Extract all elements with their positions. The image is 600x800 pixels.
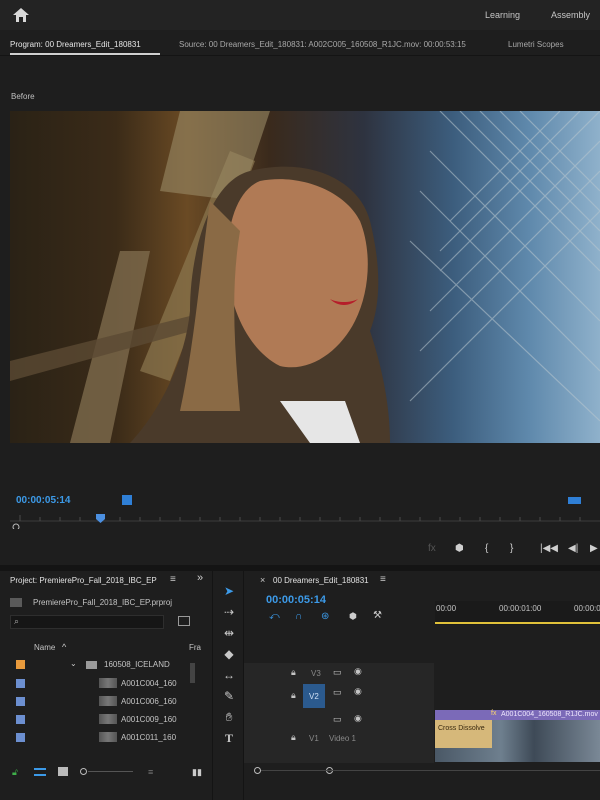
clip-thumbnail xyxy=(99,732,117,742)
safe-margins-icon[interactable] xyxy=(568,497,581,504)
eye-icon[interactable]: ◉ xyxy=(354,686,362,697)
scrollbar[interactable] xyxy=(190,663,195,683)
selection-tool-icon[interactable]: ➤ xyxy=(221,583,237,599)
tools-panel: ➤ ⇢ ⇹ ◆ ↔ ✎ ✋︎ T xyxy=(212,571,244,800)
folder-icon xyxy=(86,661,97,669)
tab-program-monitor[interactable]: Program: 00 Dreamers_Edit_180831 xyxy=(10,40,141,49)
hand-tool-icon[interactable]: ✋︎ xyxy=(221,709,237,725)
film-icon[interactable]: ▭ xyxy=(333,714,342,725)
column-header-name[interactable]: Name xyxy=(34,643,55,652)
lock-icon[interactable]: 🔒︎ xyxy=(291,667,296,678)
tab-lumetri-scopes[interactable]: Lumetri Scopes xyxy=(508,40,564,49)
clip-thumbnail xyxy=(99,714,117,724)
track-select-tool-icon[interactable]: ⇢ xyxy=(221,604,237,620)
track-id: V3 xyxy=(311,669,321,678)
panel-menu-icon[interactable]: ≡ xyxy=(170,574,176,585)
program-timecode[interactable]: 00:00:05:14 xyxy=(16,495,70,506)
type-tool-icon[interactable]: T xyxy=(221,730,237,746)
project-panel: Project: PremierePro_Fall_2018_IBC_EP ≡ … xyxy=(0,571,212,800)
clip-thumbnail xyxy=(99,696,117,706)
label-color-swatch[interactable] xyxy=(16,715,25,724)
marker-button[interactable]: ⬢ xyxy=(455,543,464,554)
wrench-icon[interactable]: ⚒ xyxy=(373,610,382,621)
lock-icon[interactable]: 🔓︎ xyxy=(12,767,18,778)
label-color-swatch[interactable] xyxy=(16,679,25,688)
step-back-button[interactable]: ◀| xyxy=(568,543,578,554)
list-item[interactable]: 160508_ICELAND xyxy=(104,660,170,669)
label-color-swatch[interactable] xyxy=(16,660,25,669)
horizontal-scrollbar[interactable] xyxy=(261,770,600,771)
timeline-panel: × 00 Dreamers_Edit_180831 ≡ 00:00:05:14 … xyxy=(244,571,600,800)
zoom-slider-handle[interactable] xyxy=(80,768,87,775)
work-area-bar[interactable] xyxy=(435,622,600,624)
zoom-slider[interactable] xyxy=(88,771,133,772)
track-name[interactable]: Video 1 xyxy=(329,734,356,743)
close-icon[interactable]: × xyxy=(260,575,265,585)
panel-menu-icon[interactable]: ≡ xyxy=(380,574,386,585)
home-icon[interactable] xyxy=(13,8,29,22)
clip-name: A001C004_160508_R1JC.mov xyxy=(501,711,598,718)
linked-selection-icon[interactable]: ⊛ xyxy=(321,611,329,622)
icon-view-icon[interactable] xyxy=(58,767,68,776)
list-item[interactable]: A001C004_160 xyxy=(121,679,177,688)
program-video-frame[interactable] xyxy=(10,111,600,443)
lock-icon[interactable]: 🔒︎ xyxy=(291,732,296,743)
mark-out-button[interactable]: } xyxy=(510,543,513,554)
video-image xyxy=(10,111,600,443)
project-bin-icon xyxy=(10,598,22,607)
sequence-tab[interactable]: 00 Dreamers_Edit_180831 xyxy=(273,576,369,585)
film-icon[interactable]: ▭ xyxy=(333,667,342,678)
add-marker-icon[interactable]: ⬢ xyxy=(349,611,357,622)
tab-source-monitor[interactable]: Source: 00 Dreamers_Edit_180831: A002C00… xyxy=(179,40,466,49)
chevron-down-icon[interactable]: ⌄ xyxy=(70,659,77,668)
list-view-icon[interactable] xyxy=(34,768,46,776)
before-label: Before xyxy=(11,92,35,101)
workspace-tab-learning[interactable]: Learning xyxy=(485,10,520,20)
film-icon[interactable]: ▭ xyxy=(333,687,342,698)
timeline-timecode[interactable]: 00:00:05:14 xyxy=(266,594,326,606)
pen-tool-icon[interactable]: ✎ xyxy=(221,688,237,704)
eye-icon[interactable]: ◉ xyxy=(354,713,362,724)
sort-ascending-icon[interactable]: ^ xyxy=(62,642,66,652)
list-item[interactable]: A001C006_160 xyxy=(121,697,177,706)
marker-icon[interactable] xyxy=(122,495,132,505)
slip-tool-icon[interactable]: ↔ xyxy=(221,667,237,683)
lock-icon[interactable]: 🔒︎ xyxy=(291,690,296,701)
list-item[interactable]: A001C011_160 xyxy=(121,733,176,742)
scroll-handle-left[interactable] xyxy=(254,767,261,774)
eye-icon[interactable]: ◉ xyxy=(354,666,362,677)
new-bin-icon[interactable] xyxy=(178,616,190,626)
list-item[interactable]: A001C009_160 xyxy=(121,715,177,724)
ruler-label: 00:00:01:00 xyxy=(499,604,542,613)
mark-in-button[interactable]: { xyxy=(485,543,488,554)
workspace-tab-assembly[interactable]: Assembly xyxy=(551,10,590,20)
ruler-label: 00:00:02:00 xyxy=(574,604,600,613)
go-to-in-button[interactable]: |◀◀ xyxy=(540,543,558,554)
nest-toggle-icon[interactable]: ⤺ xyxy=(269,611,280,622)
column-header-framerate[interactable]: Fra xyxy=(189,643,201,652)
clip-header[interactable]: A001C004_160508_R1JC.mov fx xyxy=(435,710,600,720)
active-tab-underline xyxy=(10,53,160,55)
new-item-icon[interactable]: ▮▮ xyxy=(192,767,202,778)
fx-badge-icon: fx xyxy=(491,710,497,717)
track-id: V2 xyxy=(309,692,319,701)
fx-label: fx xyxy=(428,543,436,554)
snap-icon[interactable]: ∩ xyxy=(295,611,302,622)
search-icon: ⌕ xyxy=(14,616,20,626)
ruler-label: 00:00 xyxy=(436,604,457,613)
ripple-edit-tool-icon[interactable]: ⇹ xyxy=(221,625,237,641)
clip-thumbnail xyxy=(99,678,117,688)
label-color-swatch[interactable] xyxy=(16,733,25,742)
razor-tool-icon[interactable]: ◆ xyxy=(221,646,237,662)
project-file-name: PremierePro_Fall_2018_IBC_EP.prproj xyxy=(33,598,173,607)
play-button[interactable]: ▶ xyxy=(590,543,598,554)
transition-cross-dissolve[interactable]: Cross Dissolve xyxy=(435,720,492,748)
expand-panels-icon[interactable]: » xyxy=(197,572,203,584)
project-panel-title[interactable]: Project: PremierePro_Fall_2018_IBC_EP xyxy=(10,576,157,585)
track-id: V1 xyxy=(309,734,319,743)
label-color-swatch[interactable] xyxy=(16,697,25,706)
project-search-input[interactable] xyxy=(10,615,164,629)
transition-label: Cross Dissolve xyxy=(438,725,485,732)
sort-icon[interactable]: ≡ xyxy=(148,767,153,777)
